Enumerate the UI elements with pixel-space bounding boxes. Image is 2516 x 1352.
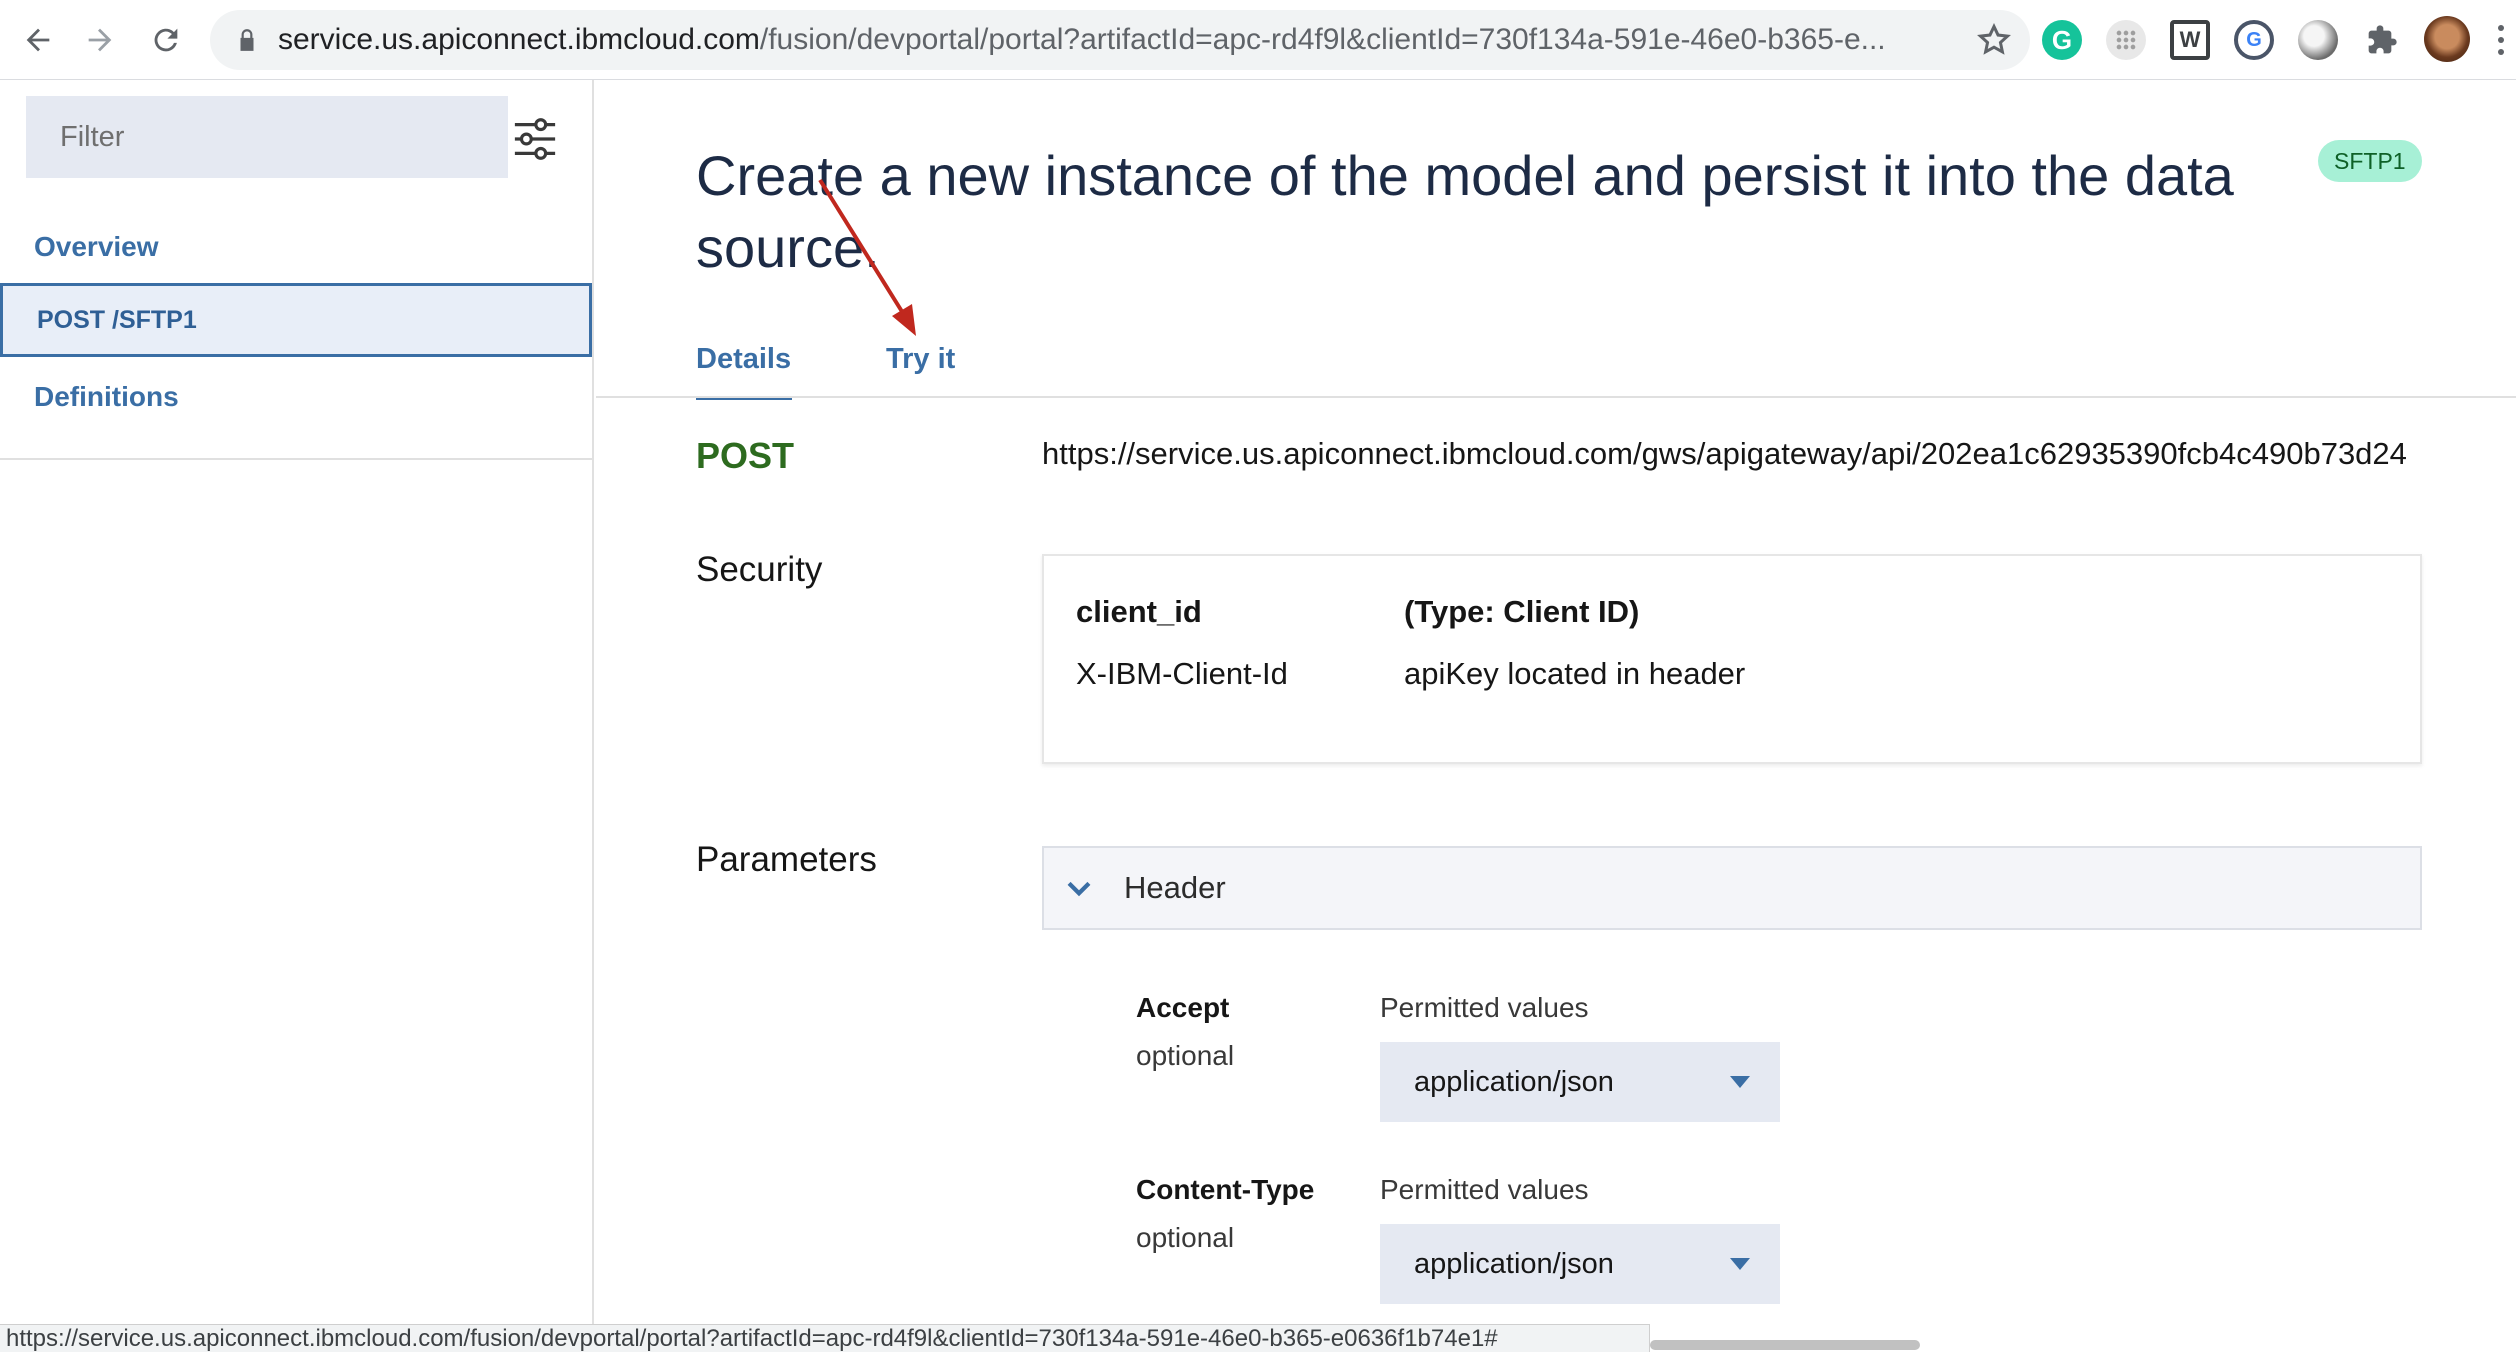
url-text[interactable]: service.us.apiconnect.ibmcloud.com/fusio… bbox=[278, 10, 1958, 70]
tabs-divider bbox=[596, 396, 2516, 398]
w-extension-icon[interactable]: W bbox=[2170, 20, 2210, 60]
forward-icon[interactable] bbox=[74, 14, 126, 66]
url-host: service.us.apiconnect.ibmcloud.com bbox=[278, 23, 760, 56]
status-bar-url: https://service.us.apiconnect.ibmcloud.c… bbox=[0, 1324, 1650, 1352]
security-card: client_id (Type: Client ID) X-IBM-Client… bbox=[1042, 554, 2422, 764]
sidebar-divider bbox=[0, 458, 594, 460]
w-extension-letter: W bbox=[2179, 27, 2201, 52]
g-extension-letter: G bbox=[2246, 28, 2262, 51]
puzzle-icon[interactable] bbox=[2362, 20, 2402, 60]
select-value: application/json bbox=[1414, 1065, 1614, 1098]
security-heading: Security bbox=[696, 550, 823, 589]
param-name: Content-Type bbox=[1136, 1174, 1315, 1205]
header-accordion-label: Header bbox=[1124, 870, 1226, 905]
grammarly-letter: G bbox=[2051, 24, 2073, 55]
tab-details[interactable]: Details bbox=[696, 330, 792, 400]
param-required: optional bbox=[1136, 1040, 1235, 1071]
security-type: (Type: Client ID) bbox=[1404, 594, 1640, 629]
star-icon[interactable] bbox=[1976, 22, 2012, 58]
sidebar-item-label: POST /SFTP1 bbox=[37, 305, 197, 334]
header-accordion[interactable]: Header bbox=[1042, 846, 2422, 930]
filter-settings-icon[interactable] bbox=[512, 116, 558, 162]
permitted-values-label: Permitted values bbox=[1380, 1174, 1589, 1205]
grammarly-icon[interactable]: G bbox=[2042, 20, 2082, 60]
address-bar[interactable]: service.us.apiconnect.ibmcloud.com/fusio… bbox=[210, 10, 2030, 70]
extension-icon[interactable] bbox=[2106, 20, 2146, 60]
avatar[interactable] bbox=[2424, 16, 2470, 62]
horizontal-scrollbar[interactable] bbox=[1650, 1340, 1920, 1350]
circle-extension-icon[interactable] bbox=[2298, 20, 2338, 60]
page-title: Create a new instance of the model and p… bbox=[696, 144, 2234, 279]
sidebar-item-post-sftp1[interactable]: POST /SFTP1 bbox=[0, 283, 592, 357]
filter-input[interactable]: Filter bbox=[26, 96, 508, 178]
browser-toolbar: service.us.apiconnect.ibmcloud.com/fusio… bbox=[0, 0, 2516, 80]
security-header-name: X-IBM-Client-Id bbox=[1076, 656, 1288, 691]
back-icon[interactable] bbox=[12, 14, 64, 66]
param-name: Accept bbox=[1136, 992, 1230, 1023]
tab-try-it[interactable]: Try it bbox=[886, 330, 955, 400]
select-value: application/json bbox=[1414, 1247, 1614, 1280]
menu-icon[interactable] bbox=[2498, 24, 2504, 56]
endpoint-url: https://service.us.apiconnect.ibmcloud.c… bbox=[1042, 436, 2407, 471]
main-content: Create a new instance of the model and p… bbox=[596, 80, 2516, 1352]
caret-down-icon bbox=[1730, 1076, 1750, 1088]
lock-icon[interactable] bbox=[234, 27, 260, 53]
permitted-values-label: Permitted values bbox=[1380, 992, 1589, 1023]
content-type-select[interactable]: application/json bbox=[1380, 1224, 1780, 1304]
sidebar-item-definitions[interactable]: Definitions bbox=[0, 360, 594, 434]
security-location: apiKey located in header bbox=[1404, 656, 1746, 691]
api-badge: SFTP1 bbox=[2318, 140, 2422, 182]
reload-icon[interactable] bbox=[140, 14, 192, 66]
security-name: client_id bbox=[1076, 594, 1202, 629]
url-path: /fusion/devportal/portal?artifactId=apc-… bbox=[759, 23, 1886, 56]
caret-down-icon bbox=[1730, 1258, 1750, 1270]
sidebar-item-overview[interactable]: Overview bbox=[0, 210, 594, 284]
sidebar-item-label: Overview bbox=[34, 231, 159, 262]
sidebar-item-label: Definitions bbox=[34, 381, 179, 412]
accept-select[interactable]: application/json bbox=[1380, 1042, 1780, 1122]
sidebar: Filter Overview POST /SFTP1 Definitions bbox=[0, 80, 594, 1352]
parameters-heading: Parameters bbox=[696, 840, 877, 879]
http-method: POST bbox=[696, 435, 795, 476]
filter-placeholder: Filter bbox=[60, 120, 125, 153]
g-extension-icon[interactable]: G bbox=[2234, 20, 2274, 60]
param-required: optional bbox=[1136, 1222, 1235, 1253]
chevron-down-icon bbox=[1067, 881, 1091, 897]
